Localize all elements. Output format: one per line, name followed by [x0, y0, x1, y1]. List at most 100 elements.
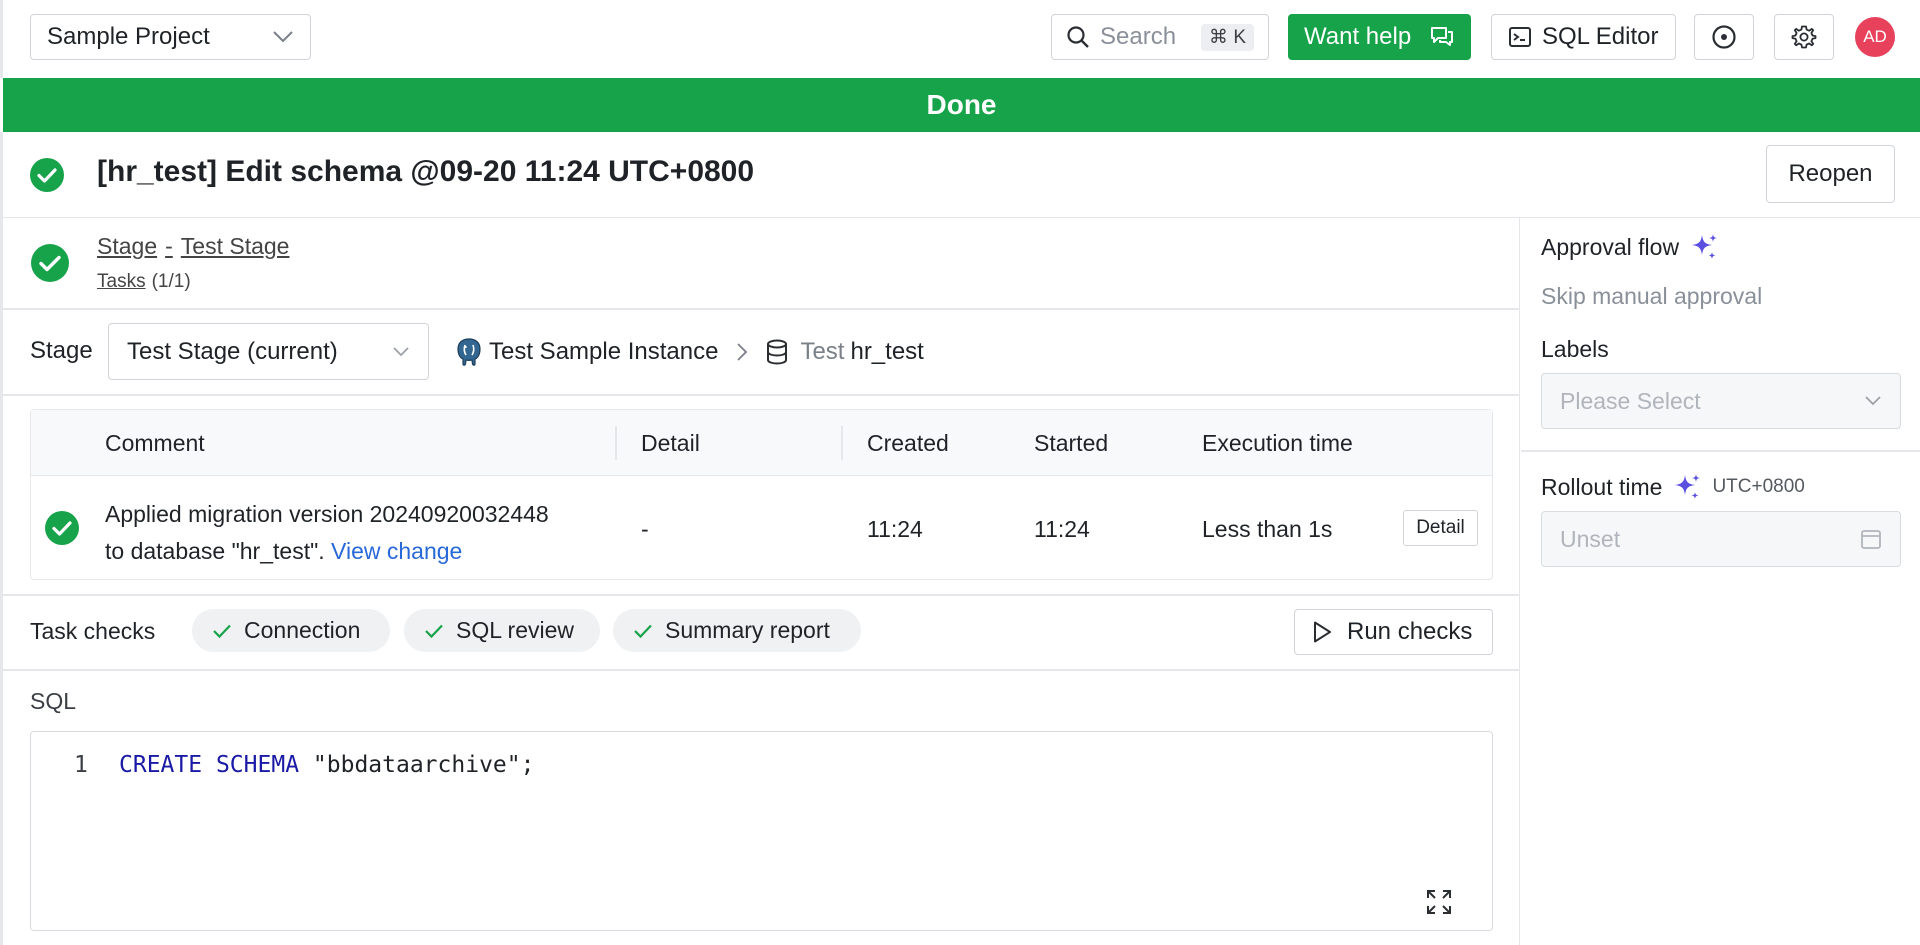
rollout-timezone: UTC+0800: [1712, 476, 1805, 497]
instance-breadcrumb: Test Sample Instance Test hr_test: [455, 333, 924, 371]
run-checks-label: Run checks: [1347, 618, 1473, 645]
divider: [3, 594, 1519, 596]
column-header-created: Created: [867, 430, 949, 456]
check-chip-summary-report[interactable]: Summary report: [613, 609, 861, 652]
chat-icon: [1429, 25, 1455, 49]
task-done-icon: [44, 510, 80, 546]
divider: [1521, 450, 1920, 452]
instance-name[interactable]: Test Sample Instance: [489, 338, 718, 366]
task-comment: Applied migration version 20240920032448…: [105, 496, 549, 570]
check-chip-connection[interactable]: Connection: [192, 609, 390, 652]
project-selector[interactable]: Sample Project: [30, 14, 311, 60]
chevron-right-icon: [736, 342, 748, 362]
stage-selector[interactable]: Test Stage (current): [108, 323, 429, 380]
want-help-button[interactable]: Want help: [1288, 14, 1471, 60]
terminal-icon: [1508, 25, 1532, 49]
task-detail-value: -: [641, 516, 649, 542]
search-placeholder: Search: [1100, 23, 1177, 50]
tasks-count: (1/1): [151, 271, 191, 292]
rollout-time-picker[interactable]: Unset: [1541, 511, 1901, 567]
sql-keyword: CREATE: [119, 752, 203, 778]
stage-link[interactable]: Stage: [97, 233, 157, 260]
task-started: 11:24: [1034, 516, 1090, 542]
sql-keyword: SCHEMA: [215, 752, 300, 778]
project-name: Sample Project: [47, 23, 210, 50]
help-circle-button[interactable]: [1694, 14, 1754, 60]
database-icon: [766, 339, 788, 365]
calendar-icon: [1860, 528, 1882, 550]
database-env: Test: [800, 338, 845, 365]
view-change-link[interactable]: View change: [331, 538, 462, 564]
status-banner: Done: [3, 78, 1920, 132]
avatar-initials: AD: [1863, 27, 1887, 46]
stage-label: Stage: [30, 337, 93, 364]
tasks-link[interactable]: Tasks: [97, 271, 146, 293]
stage-done-icon: [30, 243, 70, 283]
approval-flow-title: Approval flow: [1541, 233, 1680, 260]
check-chip-label: SQL review: [456, 617, 575, 643]
stage-separator: -: [165, 233, 173, 259]
stage-name-link[interactable]: Test Stage: [181, 233, 290, 260]
run-checks-button[interactable]: Run checks: [1294, 609, 1493, 655]
task-checks-label: Task checks: [30, 618, 156, 644]
tasks-summary: Tasks (1/1): [97, 271, 191, 293]
checkmark-icon: [424, 623, 444, 639]
column-separator: [615, 426, 617, 460]
divider: [3, 394, 1519, 396]
chevron-down-icon: [392, 346, 410, 358]
issue-title: [hr_test] Edit schema @09-20 11:24 UTC+0…: [97, 155, 755, 188]
line-number: 1: [74, 752, 88, 778]
database-name[interactable]: hr_test: [850, 338, 923, 366]
check-chip-sql-review[interactable]: SQL review: [404, 609, 600, 652]
sql-editor-button[interactable]: SQL Editor: [1491, 14, 1676, 60]
approval-flow-value: Skip manual approval: [1541, 283, 1763, 309]
checkmark-icon: [633, 623, 653, 639]
rollout-time-header: Rollout time UTC+0800: [1541, 472, 1805, 502]
task-detail-button-label: Detail: [1416, 517, 1465, 538]
success-check-icon: [29, 157, 65, 193]
sql-editor-label: SQL Editor: [1542, 23, 1659, 50]
column-header-detail: Detail: [641, 430, 700, 456]
check-chip-label: Connection: [244, 617, 361, 643]
reopen-label: Reopen: [1788, 160, 1873, 187]
column-separator: [841, 426, 843, 460]
labels-title: Labels: [1541, 336, 1609, 362]
column-header-execution-time: Execution time: [1202, 430, 1353, 456]
stage-breadcrumb: Stage - Test Stage: [97, 233, 289, 260]
chevron-down-icon: [272, 30, 294, 44]
divider: [3, 308, 1519, 310]
sql-label: SQL: [30, 688, 77, 714]
column-header-comment: Comment: [105, 430, 205, 456]
user-avatar[interactable]: AD: [1855, 17, 1895, 57]
stage-selector-value: Test Stage (current): [127, 337, 338, 365]
task-comment-line2: to database "hr_test".: [105, 538, 325, 564]
play-icon: [1311, 620, 1333, 644]
divider: [3, 669, 1519, 671]
labels-select[interactable]: Please Select: [1541, 373, 1901, 429]
rollout-time-title: Rollout time: [1541, 473, 1663, 500]
sql-code-line: CREATE SCHEMA "bbdataarchive";: [119, 752, 534, 778]
task-detail-button[interactable]: Detail: [1403, 510, 1478, 546]
settings-button[interactable]: [1774, 14, 1834, 60]
column-header-started: Started: [1034, 430, 1109, 456]
check-chip-label: Summary report: [665, 617, 830, 643]
task-comment-line1: Applied migration version 20240920032448: [105, 501, 549, 527]
expand-icon[interactable]: [1425, 888, 1453, 916]
want-help-label: Want help: [1304, 23, 1412, 50]
task-created: 11:24: [867, 516, 923, 542]
labels-placeholder: Please Select: [1560, 387, 1701, 414]
approval-flow-header: Approval flow: [1541, 232, 1719, 262]
gear-icon: [1791, 24, 1817, 50]
task-execution-time: Less than 1s: [1202, 516, 1333, 542]
search-input[interactable]: Search ⌘ K: [1051, 14, 1269, 60]
dot-circle-icon: [1711, 24, 1737, 50]
sql-schema-name: "bbdataarchive";: [312, 752, 535, 778]
checkmark-icon: [212, 623, 232, 639]
reopen-button[interactable]: Reopen: [1766, 145, 1895, 203]
search-shortcut: ⌘ K: [1201, 23, 1254, 51]
search-icon: [1066, 25, 1090, 49]
rollout-placeholder: Unset: [1560, 525, 1621, 552]
sparkle-icon: [1689, 232, 1719, 262]
status-banner-text: Done: [926, 89, 997, 120]
sparkle-icon: [1672, 472, 1702, 502]
